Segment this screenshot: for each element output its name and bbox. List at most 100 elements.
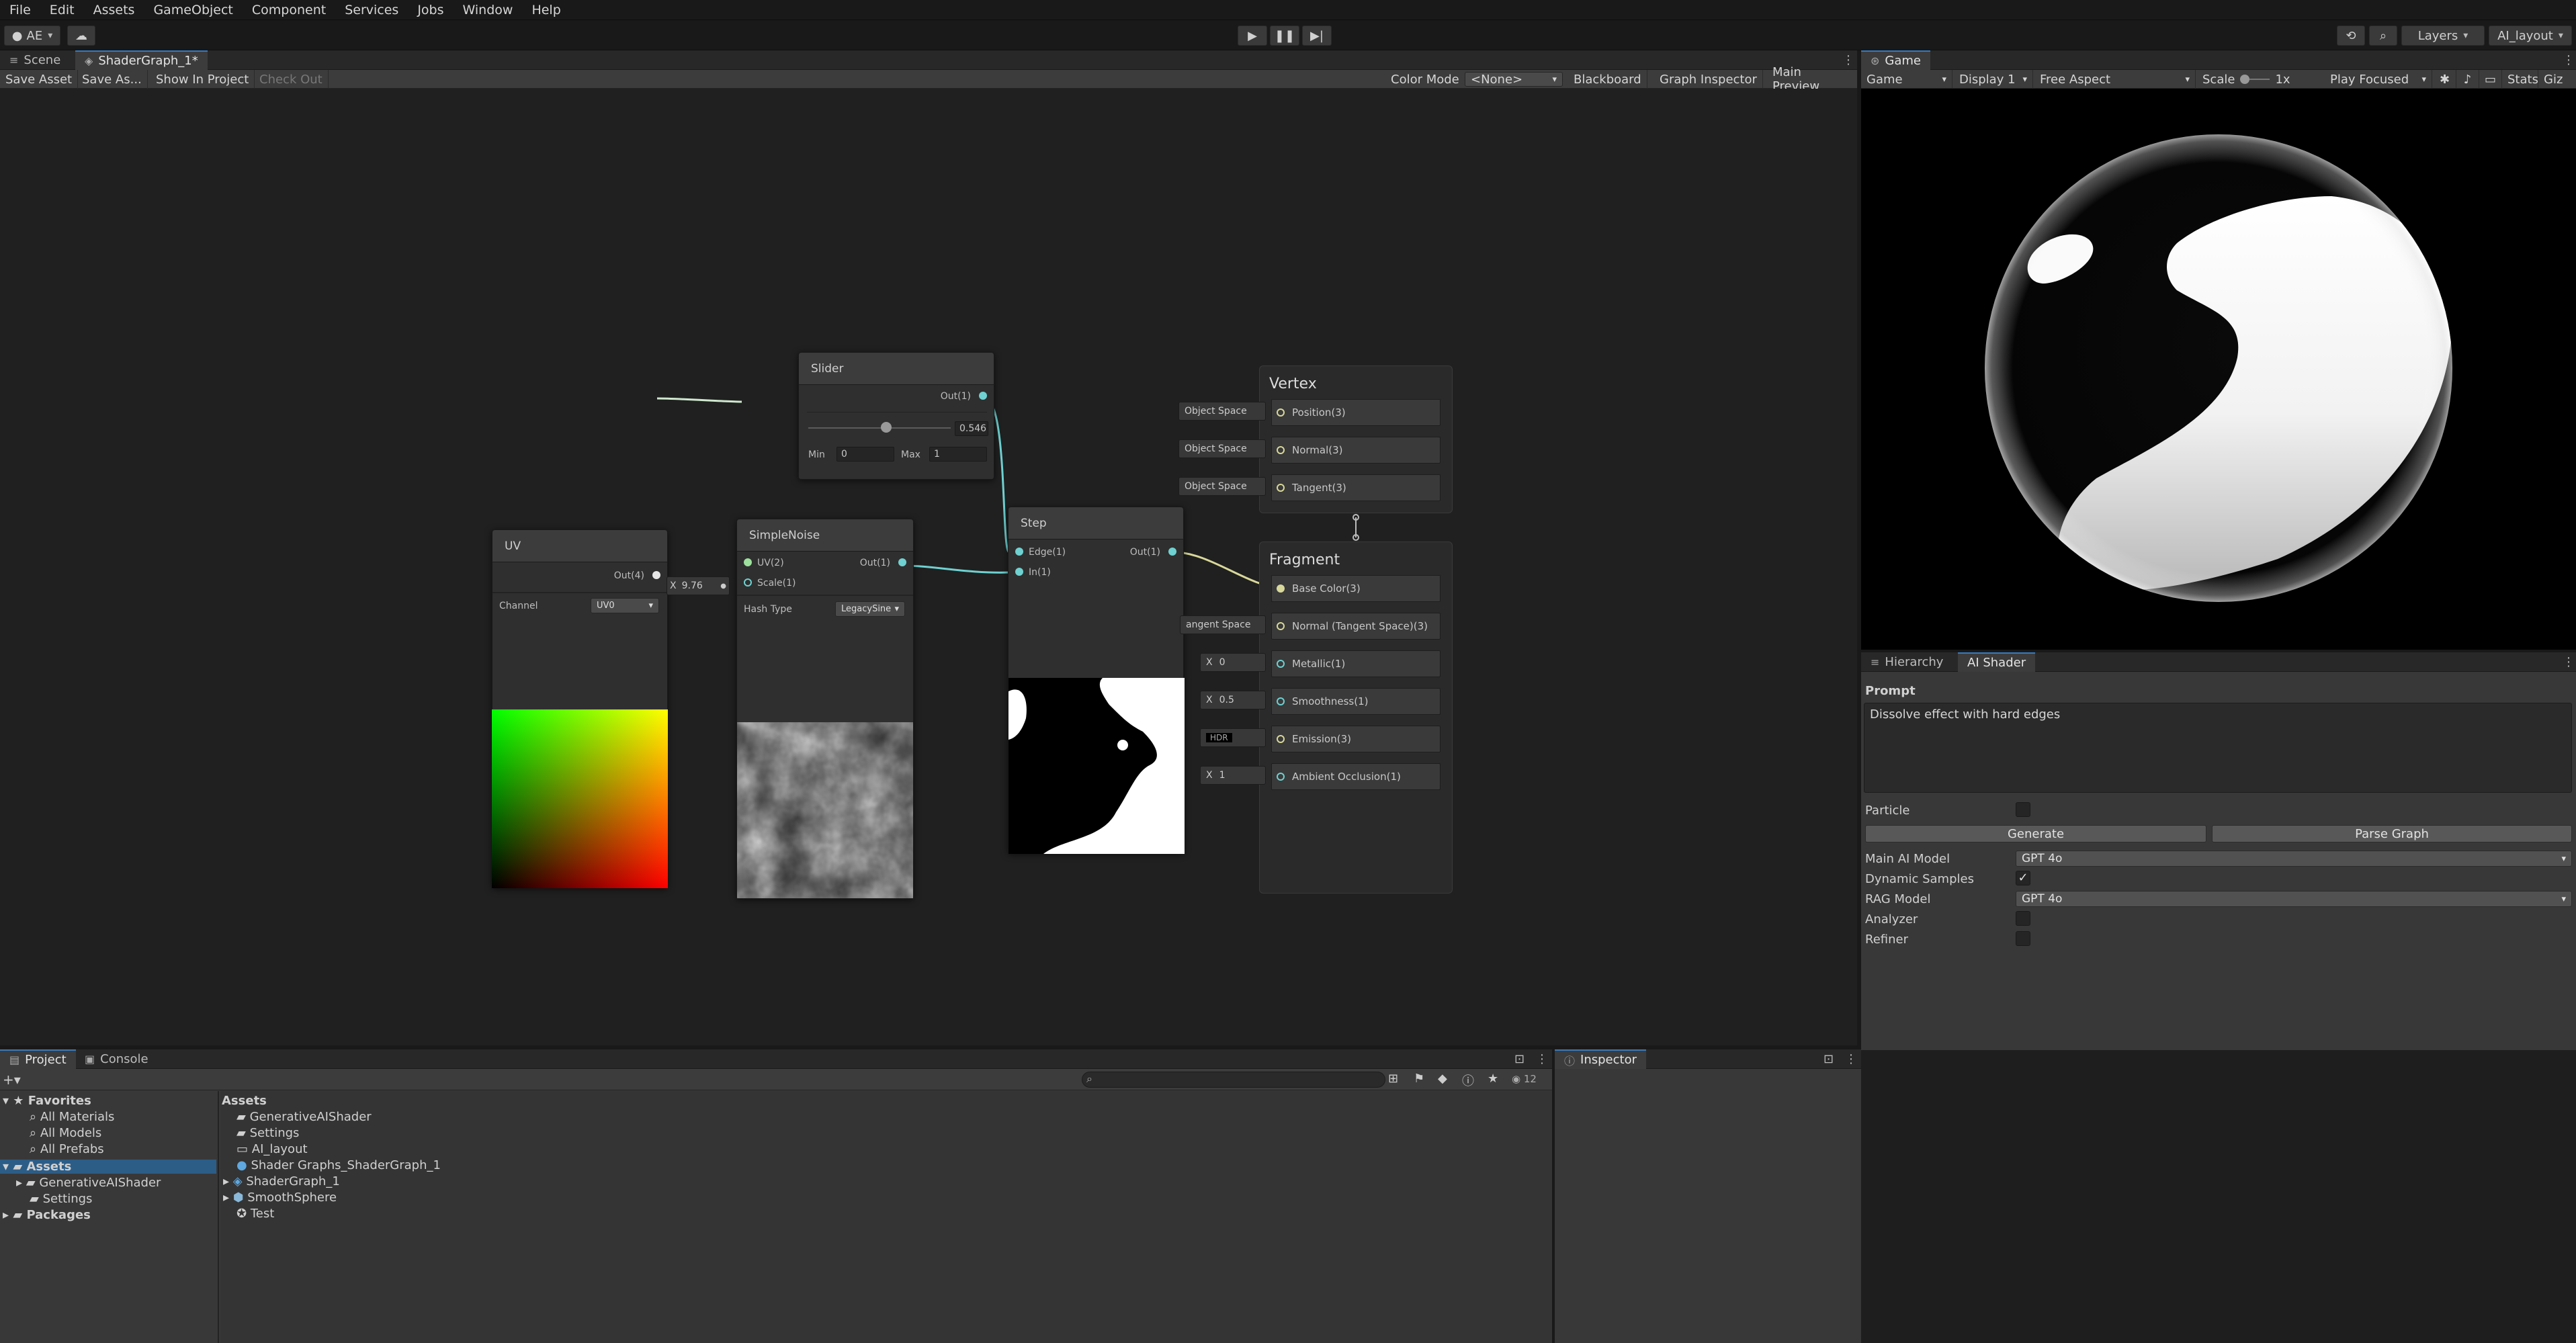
cloud-button[interactable]: ☁ bbox=[67, 26, 95, 46]
show-in-project-button[interactable]: Show In Project bbox=[151, 70, 255, 89]
save-asset-button[interactable]: Save Asset bbox=[0, 70, 79, 89]
fragment-slot-ao[interactable]: Ambient Occlusion(1) bbox=[1271, 763, 1441, 790]
pause-button[interactable]: ❚❚ bbox=[1270, 26, 1299, 46]
menu-component[interactable]: Component bbox=[243, 3, 335, 17]
simplenoise-node-title[interactable]: SimpleNoise bbox=[737, 519, 913, 552]
noise-out-port[interactable] bbox=[898, 558, 906, 566]
noise-scale-field[interactable]: X 9.76 ● bbox=[667, 576, 730, 595]
main-model-dropdown[interactable]: GPT 4o ▾ bbox=[2016, 851, 2572, 867]
asset-item[interactable]: ▸ ◈ ShaderGraph_1 bbox=[223, 1174, 340, 1188]
step-in-port[interactable] bbox=[1015, 568, 1023, 576]
tab-game[interactable]: ⊛ Game bbox=[1861, 50, 1930, 70]
game-mode-dropdown[interactable]: Game ▾ bbox=[1861, 70, 1952, 89]
asset-item[interactable]: ▭ AI_layout bbox=[237, 1142, 308, 1156]
tab-inspector[interactable]: ⓘ Inspector bbox=[1555, 1049, 1646, 1069]
menu-jobs[interactable]: Jobs bbox=[408, 3, 453, 17]
vertex-normal-space[interactable]: Object Space bbox=[1178, 439, 1266, 458]
tab-scene[interactable]: ≡ Scene bbox=[0, 50, 70, 70]
save-as-button[interactable]: Save As... bbox=[77, 70, 148, 89]
stats-button[interactable]: Stats bbox=[2502, 70, 2538, 89]
prompt-textarea[interactable]: Dissolve effect with hard edges bbox=[1864, 703, 2572, 793]
vertex-tangent-space[interactable]: Object Space bbox=[1178, 477, 1266, 496]
noise-hash-dropdown[interactable]: LegacySine ▾ bbox=[835, 601, 905, 617]
menu-services[interactable]: Services bbox=[335, 3, 408, 17]
asset-item[interactable]: ▰ GenerativeAIShader bbox=[237, 1110, 372, 1124]
vertex-tangent-port[interactable] bbox=[1277, 484, 1285, 492]
vertex-slot-tangent[interactable]: Tangent(3) bbox=[1271, 474, 1441, 501]
vertex-position-space[interactable]: Object Space bbox=[1178, 402, 1266, 421]
vertex-normal-port[interactable] bbox=[1277, 446, 1285, 454]
fragment-slot-normal[interactable]: Normal (Tangent Space)(3) bbox=[1271, 613, 1441, 640]
fragment-metallic-field[interactable]: X0 bbox=[1200, 653, 1266, 672]
fragment-slot-smoothness[interactable]: Smoothness(1) bbox=[1271, 688, 1441, 715]
simplenoise-node[interactable]: SimpleNoise UV(2) Scale(1) Out(1) Hash T… bbox=[736, 519, 914, 899]
step-button[interactable]: ▶| bbox=[1302, 26, 1332, 46]
search-by-label-icon[interactable]: ⚑ bbox=[1414, 1072, 1424, 1086]
hidden-count-badge[interactable]: ◉ 12 bbox=[1512, 1073, 1537, 1085]
assets-breadcrumb[interactable]: Assets bbox=[222, 1094, 267, 1108]
uv-out-port[interactable] bbox=[652, 571, 660, 579]
info-icon[interactable]: ⓘ bbox=[1462, 1072, 1474, 1089]
screen-button[interactable]: ▭ bbox=[2479, 70, 2502, 89]
tree-fav-materials[interactable]: ⌕ All Materials bbox=[30, 1110, 114, 1124]
main-preview-button[interactable]: Main Preview bbox=[1767, 65, 1857, 93]
tree-favorites[interactable]: ▾ ★ Favorites bbox=[3, 1094, 91, 1108]
noise-uv-port[interactable] bbox=[744, 558, 752, 566]
slider-max-field[interactable]: 1 bbox=[929, 447, 987, 462]
tab-console[interactable]: ▣ Console bbox=[75, 1049, 158, 1069]
shader-graph-canvas[interactable]: Slider Out(1) 0.546 Min 0 Max 1 UV Out(4… bbox=[0, 89, 1857, 1049]
fragment-ao-field[interactable]: X1 bbox=[1200, 766, 1266, 785]
particle-checkbox[interactable] bbox=[2016, 802, 2030, 817]
refiner-checkbox[interactable] bbox=[2016, 931, 2030, 946]
rag-model-dropdown[interactable]: GPT 4o ▾ bbox=[2016, 891, 2572, 907]
fragment-basecolor-port[interactable] bbox=[1277, 584, 1285, 593]
history-button[interactable]: ⟲ bbox=[2337, 26, 2365, 46]
noise-scale-port[interactable] bbox=[744, 578, 752, 587]
menu-assets[interactable]: Assets bbox=[84, 3, 144, 17]
fragment-ao-port[interactable] bbox=[1277, 773, 1285, 781]
fragment-slot-emission[interactable]: Emission(3) bbox=[1271, 726, 1441, 752]
fragment-smoothness-port[interactable] bbox=[1277, 697, 1285, 705]
tree-fav-models[interactable]: ⌕ All Models bbox=[30, 1126, 101, 1140]
gizmo-bug-button[interactable]: ✱ bbox=[2434, 70, 2456, 89]
step-out-port[interactable] bbox=[1168, 548, 1176, 556]
analyzer-checkbox[interactable] bbox=[2016, 911, 2030, 926]
ai-more-button[interactable]: ⋮ bbox=[2553, 652, 2576, 672]
project-search-input[interactable]: ⌕ bbox=[1082, 1072, 1385, 1088]
asset-item[interactable]: ▰ Settings bbox=[237, 1126, 299, 1140]
uv-channel-dropdown[interactable]: UV0 ▾ bbox=[591, 598, 659, 613]
vertex-position-port[interactable] bbox=[1277, 408, 1285, 417]
asset-item[interactable]: ▸ ⬢ SmoothSphere bbox=[223, 1190, 337, 1205]
search-by-type-icon[interactable]: ⊞ bbox=[1388, 1072, 1398, 1086]
parse-graph-button[interactable]: Parse Graph bbox=[2212, 825, 2572, 842]
display-dropdown[interactable]: Display 1 ▾ bbox=[1954, 70, 2033, 89]
fragment-slot-basecolor[interactable]: Base Color(3) bbox=[1271, 575, 1441, 602]
menu-gameobject[interactable]: GameObject bbox=[144, 3, 242, 17]
step-edge-port[interactable] bbox=[1015, 548, 1023, 556]
fragment-emission-port[interactable] bbox=[1277, 735, 1285, 743]
menu-window[interactable]: Window bbox=[454, 3, 523, 17]
layout-dropdown[interactable]: AI_layout bbox=[2489, 26, 2572, 46]
tab-hierarchy[interactable]: ≡ Hierarchy bbox=[1861, 652, 1952, 672]
play-button[interactable]: ▶ bbox=[1238, 26, 1267, 46]
favorite-star-icon[interactable]: ★ bbox=[1488, 1072, 1498, 1086]
step-node[interactable]: Step Edge(1) In(1) Out(1) bbox=[1008, 507, 1185, 854]
menu-file[interactable]: File bbox=[0, 3, 40, 17]
gizmos-button[interactable]: Giz bbox=[2538, 70, 2576, 89]
fragment-normal-space[interactable]: angent Space bbox=[1180, 615, 1266, 634]
scale-slider-track[interactable] bbox=[2240, 75, 2270, 84]
fragment-emission-field[interactable]: HDR bbox=[1200, 728, 1266, 747]
play-focused-dropdown[interactable]: Play Focused ▾ bbox=[2325, 70, 2432, 89]
add-asset-button[interactable]: +▾ bbox=[3, 1072, 30, 1088]
slider-node-title[interactable]: Slider bbox=[799, 353, 994, 385]
color-mode-dropdown[interactable]: <None> ▾ bbox=[1465, 72, 1563, 87]
fragment-smoothness-field[interactable]: X 0.5 bbox=[1200, 691, 1266, 709]
tab-project[interactable]: ▤ Project bbox=[0, 1049, 76, 1069]
search-button[interactable]: ⌕ bbox=[2369, 26, 2397, 46]
game-more-button[interactable]: ⋮ bbox=[2553, 50, 2576, 70]
menu-help[interactable]: Help bbox=[522, 3, 570, 17]
fragment-slot-metallic[interactable]: Metallic(1) bbox=[1271, 650, 1441, 677]
fragment-normal-port[interactable] bbox=[1277, 622, 1285, 630]
tree-packages[interactable]: ▸ ▰ Packages bbox=[3, 1208, 91, 1222]
scale-slider[interactable]: Scale 1x bbox=[2197, 70, 2299, 89]
